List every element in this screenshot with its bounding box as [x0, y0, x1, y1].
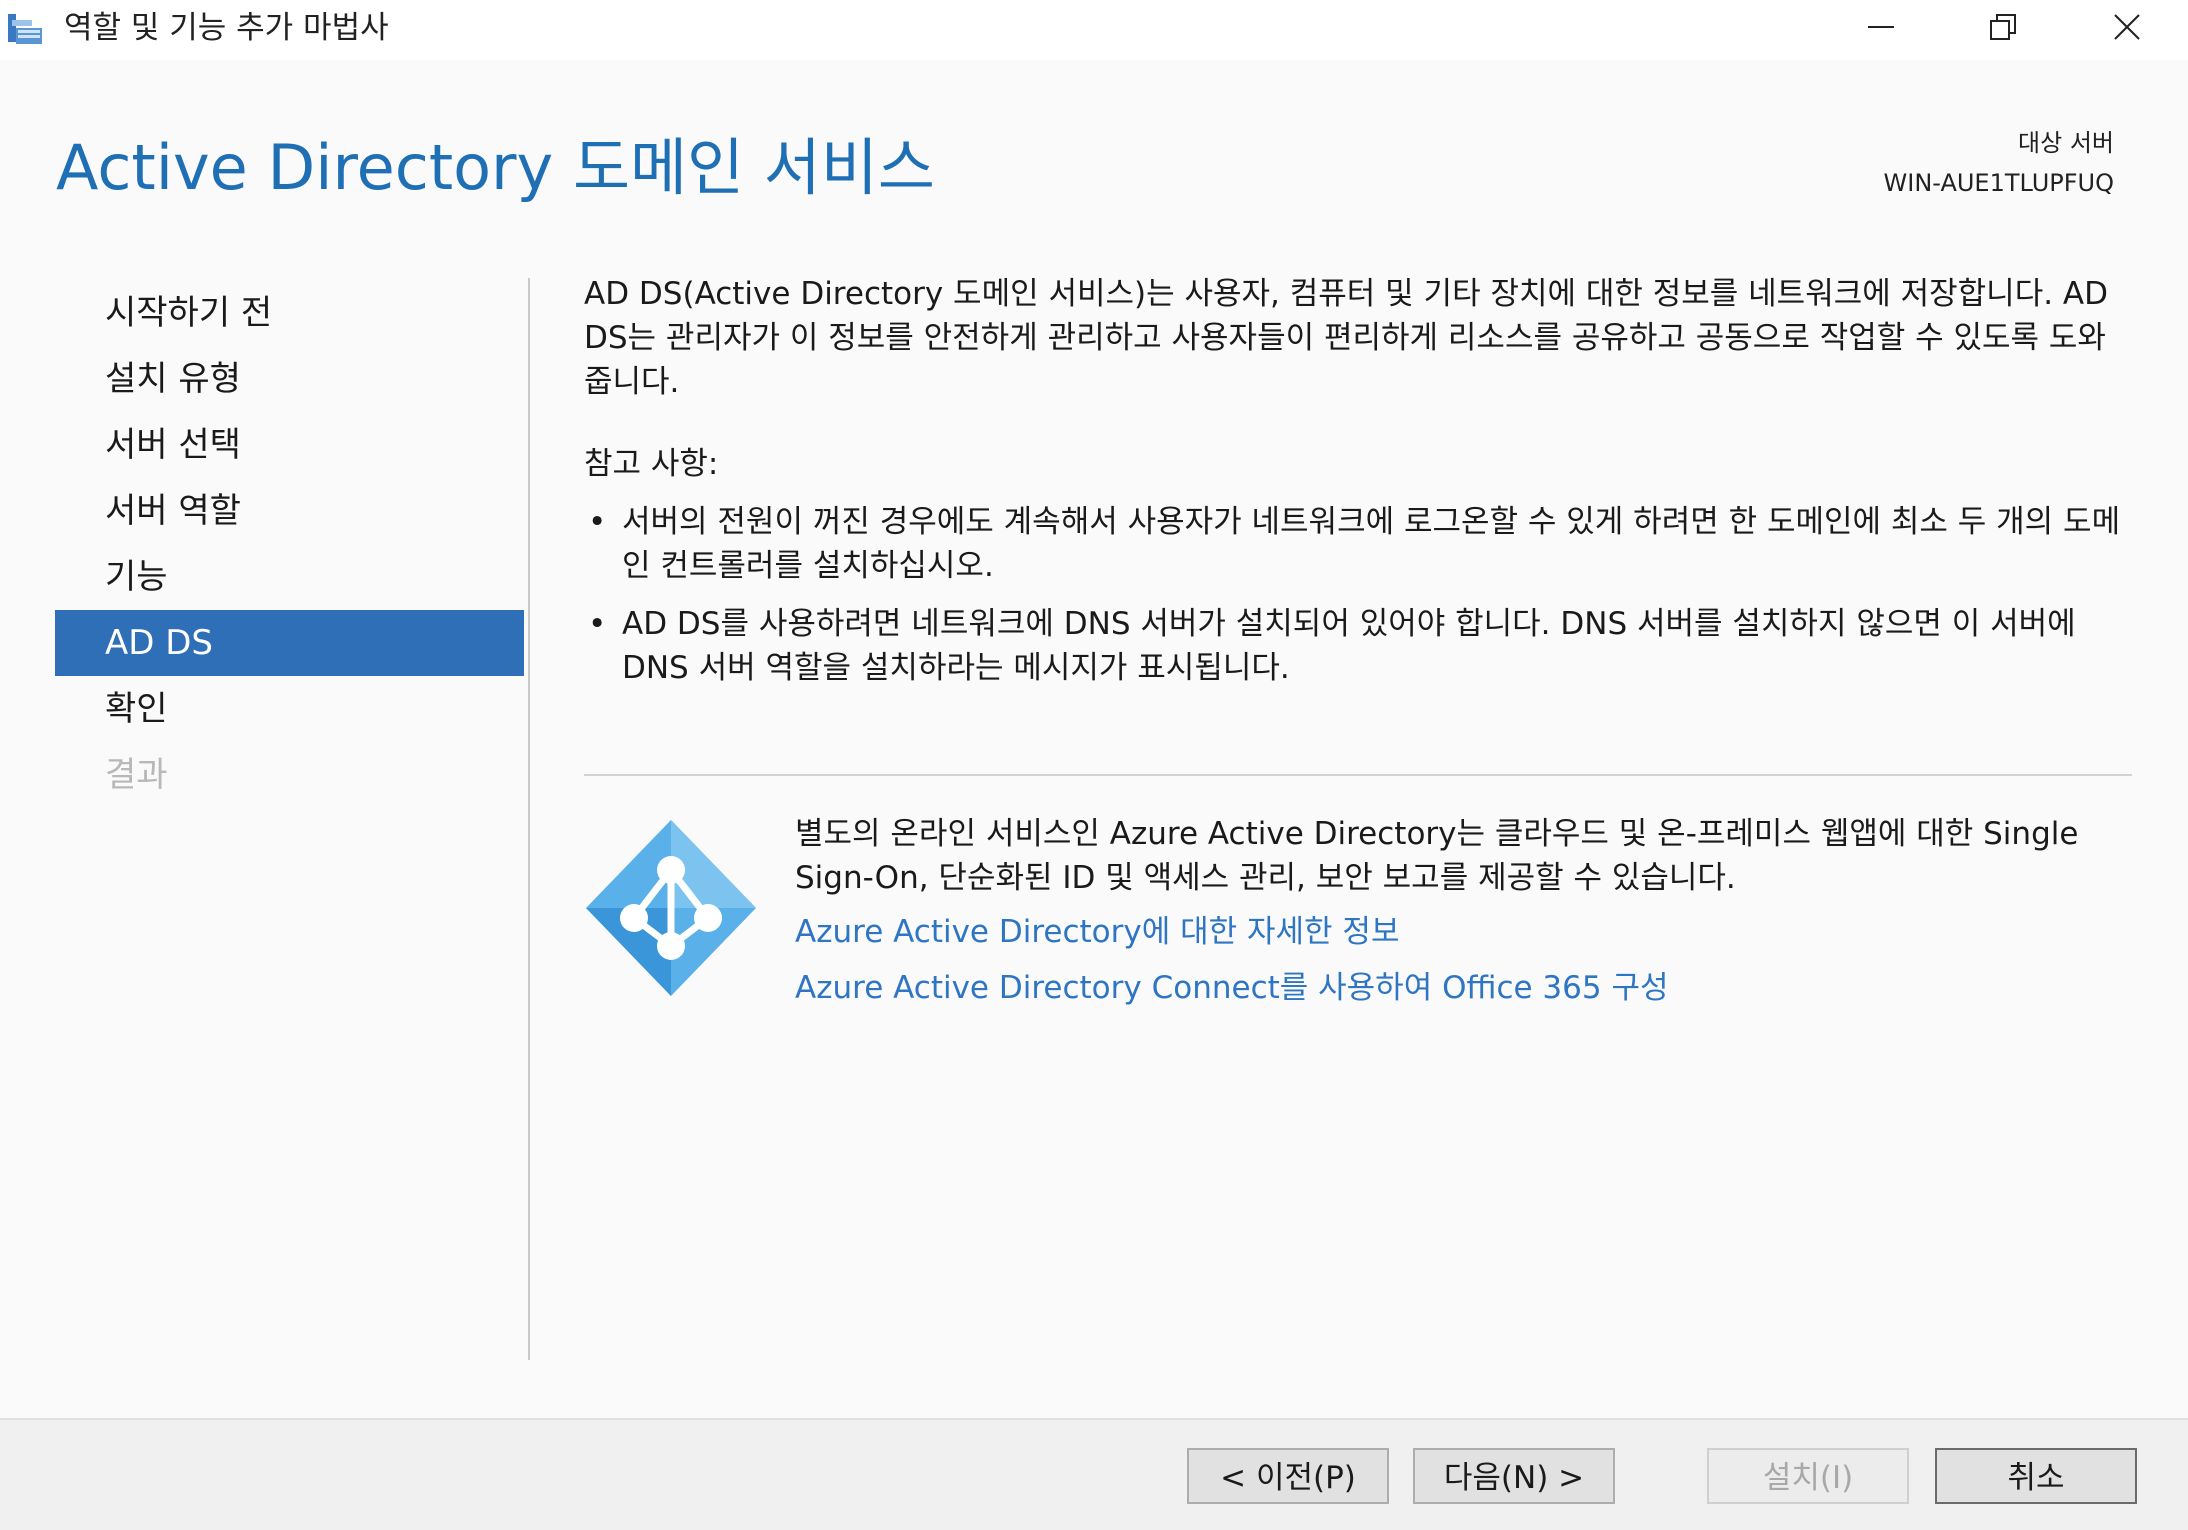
cancel-button[interactable]: 취소 [1935, 1448, 2137, 1504]
content-pane: AD DS(Active Directory 도메인 서비스)는 사용자, 컴퓨… [584, 272, 2134, 704]
wizard-window: 역할 및 기능 추가 마법사 Active Directory 도메인 서비스 … [0, 0, 2188, 1530]
nav-divider [528, 278, 530, 1360]
azure-ad-icon [584, 818, 758, 998]
nav-item-features[interactable]: 기능 [55, 544, 524, 610]
bullet-icon: • [588, 606, 607, 642]
minimize-button[interactable] [1820, 0, 1942, 56]
install-button: 설치(I) [1707, 1448, 1909, 1504]
list-item: • AD DS를 사용하려면 네트워크에 DNS 서버가 설치되어 있어야 합니… [584, 602, 2134, 690]
note-text: AD DS를 사용하려면 네트워크에 DNS 서버가 설치되어 있어야 합니다.… [622, 606, 2076, 686]
title-bar: 역할 및 기능 추가 마법사 [0, 0, 2188, 60]
notes-heading: 참고 사항: [584, 446, 719, 482]
close-button[interactable] [2066, 0, 2188, 56]
window-title: 역할 및 기능 추가 마법사 [64, 10, 389, 46]
nav-item-before-you-begin[interactable]: 시작하기 전 [55, 280, 524, 346]
previous-button[interactable]: < 이전(P) [1187, 1448, 1389, 1504]
section-divider [584, 774, 2132, 776]
nav-item-installation-type[interactable]: 설치 유형 [55, 346, 524, 412]
azure-ad-connect-link[interactable]: Azure Active Directory Connect를 사용하여 Off… [795, 966, 1668, 1010]
azure-ad-info-link[interactable]: Azure Active Directory에 대한 자세한 정보 [795, 910, 1399, 954]
nav-item-server-roles[interactable]: 서버 역할 [55, 478, 524, 544]
nav-item-results: 결과 [105, 755, 168, 795]
bullet-icon: • [588, 504, 607, 540]
minimize-icon [1868, 26, 1894, 28]
target-server-name: WIN-AUE1TLUPFUQ [1883, 169, 2114, 197]
note-text: 서버의 전원이 꺼진 경우에도 계속해서 사용자가 네트워크에 로그온할 수 있… [622, 504, 2121, 584]
azure-description: 별도의 온라인 서비스인 Azure Active Directory는 클라우… [795, 816, 2079, 896]
notes-list: • 서버의 전원이 꺼진 경우에도 계속해서 사용자가 네트워크에 로그온할 수… [584, 500, 2134, 690]
list-item: • 서버의 전원이 꺼진 경우에도 계속해서 사용자가 네트워크에 로그온할 수… [584, 500, 2134, 588]
close-icon [2114, 14, 2140, 40]
server-manager-icon [6, 10, 46, 48]
nav-item-confirmation[interactable]: 확인 [55, 676, 524, 742]
next-button[interactable]: 다음(N) > [1413, 1448, 1615, 1504]
restore-button[interactable] [1942, 0, 2064, 56]
nav-item-server-selection[interactable]: 서버 선택 [55, 412, 524, 478]
target-server-label: 대상 서버 [2018, 129, 2114, 157]
intro-text: AD DS(Active Directory 도메인 서비스)는 사용자, 컴퓨… [584, 276, 2108, 400]
nav-item-ad-ds[interactable]: AD DS [55, 610, 524, 676]
restore-icon [1990, 14, 2016, 40]
page-title: Active Directory 도메인 서비스 [56, 131, 935, 204]
wizard-steps-nav: 시작하기 전 설치 유형 서버 선택 서버 역할 기능 AD DS 확인 결과 [55, 280, 524, 808]
